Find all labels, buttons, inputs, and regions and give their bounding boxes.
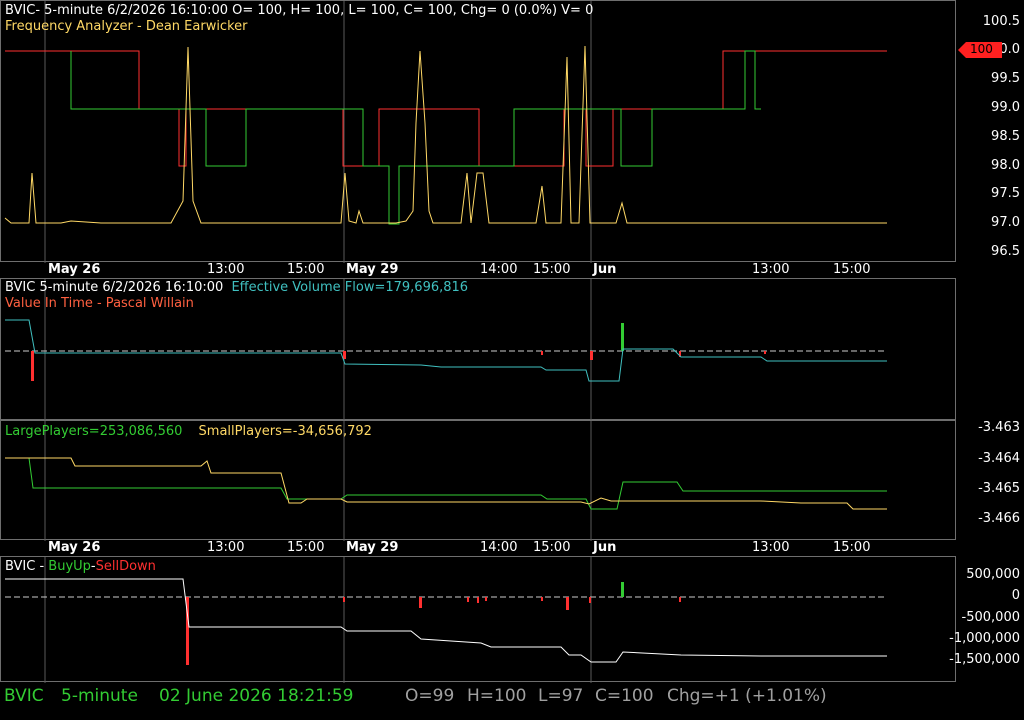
players-tick: -3.464 <box>978 451 1020 466</box>
price-axis: 100.5 100.0 99.5 99.0 98.5 98.0 97.5 97.… <box>956 0 1024 262</box>
time-label: Jun <box>593 540 617 555</box>
players-plot <box>5 421 887 541</box>
players-tick: -3.466 <box>978 511 1020 526</box>
frequency-analyzer-pane[interactable]: BVIC- 5-minute 6/2/2026 16:10:00 O= 100,… <box>0 0 956 263</box>
price-tick: 99.0 <box>991 100 1020 115</box>
status-bar: BVIC 5-minute 02 June 2026 18:21:59 O=99… <box>0 682 1024 720</box>
buyup-tick: -1,000,000 <box>949 631 1020 646</box>
pane2-header: BVIC 5-minute 6/2/2026 16:10:00 Effectiv… <box>5 280 468 295</box>
time-label: 13:00 <box>752 540 790 555</box>
price-tick: 96.5 <box>991 244 1020 259</box>
status-change: Chg=+1 (+1.01%) <box>667 686 827 706</box>
indicator-title: Frequency Analyzer - Dean Earwicker <box>5 19 248 34</box>
small-players-value: SmallPlayers=-34,656,792 <box>198 424 372 439</box>
pane4-header: BVIC - BuyUp-SellDown <box>5 559 156 574</box>
time-label: Jun <box>593 262 617 277</box>
pane3-header: LargePlayers=253,086,560 SmallPlayers=-3… <box>5 424 372 439</box>
time-axis-top: May 26 13:00 15:00 May 29 14:00 15:00 Ju… <box>0 262 956 278</box>
time-axis-bottom: May 26 13:00 15:00 May 29 14:00 15:00 Ju… <box>0 540 956 556</box>
players-pane[interactable]: LargePlayers=253,086,560 SmallPlayers=-3… <box>0 420 956 541</box>
pane2-symbol: BVIC 5-minute 6/2/2026 16:10:00 <box>5 280 224 295</box>
time-label: May 26 <box>48 540 101 555</box>
effective-volume-flow-pane[interactable]: BVIC 5-minute 6/2/2026 16:10:00 Effectiv… <box>0 278 956 421</box>
pane1-header: BVIC- 5-minute 6/2/2026 16:10:00 O= 100,… <box>5 3 594 18</box>
status-interval: 5-minute <box>61 686 138 706</box>
status-datetime: 02 June 2026 18:21:59 <box>159 686 354 706</box>
time-label: 15:00 <box>287 262 325 277</box>
large-players-value: LargePlayers=253,086,560 <box>5 424 183 439</box>
buyup-tick: 0 <box>1011 588 1020 603</box>
time-label: May 29 <box>346 540 399 555</box>
last-price-tag: 100 <box>958 42 1018 58</box>
time-label: 13:00 <box>752 262 790 277</box>
buyup-tick: -500,000 <box>961 610 1020 625</box>
time-label: 15:00 <box>533 262 571 277</box>
time-label: 15:00 <box>287 540 325 555</box>
buyup-tick: -1,500,000 <box>949 652 1020 667</box>
buyup-label: BuyUp <box>48 559 91 574</box>
time-label: 13:00 <box>207 262 245 277</box>
status-open: O=99 <box>405 686 455 706</box>
price-tick: 97.0 <box>991 215 1020 230</box>
time-label: 15:00 <box>833 540 871 555</box>
price-tick: 100.5 <box>982 14 1020 29</box>
pane2-subtitle: Value In Time - Pascal Willain <box>5 296 194 311</box>
time-label: 14:00 <box>480 262 518 277</box>
pane4-symbol: BVIC - <box>5 559 49 574</box>
time-label: May 26 <box>48 262 101 277</box>
buyup-selldown-plot <box>5 557 887 683</box>
time-label: 13:00 <box>207 540 245 555</box>
time-label: 14:00 <box>480 540 518 555</box>
buyup-selldown-pane[interactable]: BVIC - BuyUp-SellDown <box>0 556 956 683</box>
price-tick: 97.5 <box>991 186 1020 201</box>
selldown-label: SellDown <box>95 559 156 574</box>
players-tick: -3.463 <box>978 420 1020 435</box>
status-low: L=97 <box>538 686 584 706</box>
time-label: 15:00 <box>833 262 871 277</box>
players-tick: -3.465 <box>978 481 1020 496</box>
frequency-analyzer-plot <box>4 1 887 263</box>
buyup-tick: 500,000 <box>966 567 1020 582</box>
status-close: C=100 <box>595 686 654 706</box>
price-tick: 99.5 <box>991 71 1020 86</box>
status-symbol: BVIC <box>4 686 44 706</box>
buyup-selldown-axis: 500,000 0 -500,000 -1,000,000 -1,500,000 <box>949 556 1024 682</box>
time-label: May 29 <box>346 262 399 277</box>
players-axis: -3.463 -3.464 -3.465 -3.466 <box>956 420 1024 540</box>
effective-volume-flow-value: Effective Volume Flow=179,696,816 <box>231 280 469 295</box>
price-tick: 98.5 <box>991 129 1020 144</box>
price-tick: 98.0 <box>991 158 1020 173</box>
time-label: 15:00 <box>533 540 571 555</box>
status-high: H=100 <box>467 686 527 706</box>
last-price-label: 100 <box>970 42 993 56</box>
